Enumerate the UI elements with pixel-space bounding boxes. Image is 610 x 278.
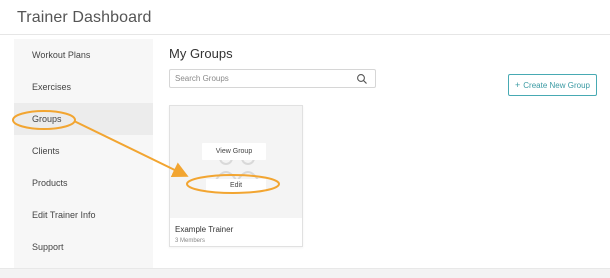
group-members-count: 3 Members — [175, 238, 206, 244]
create-new-group-button[interactable]: + Create New Group — [508, 74, 597, 96]
sidebar-item-support[interactable]: Support — [14, 231, 153, 263]
search-icon[interactable] — [356, 73, 368, 85]
search-input[interactable] — [170, 70, 355, 87]
search-box — [169, 69, 376, 88]
page-title: My Groups — [169, 46, 233, 61]
create-new-group-label: Create New Group — [523, 80, 590, 90]
sidebar-item-workout-plans[interactable]: Workout Plans — [14, 39, 153, 71]
sidebar-item-label: Clients — [32, 146, 60, 156]
sidebar-item-groups[interactable]: Groups — [14, 103, 153, 135]
sidebar-item-label: Workout Plans — [32, 50, 91, 60]
app-title: Trainer Dashboard — [17, 9, 152, 26]
sidebar-item-clients[interactable]: Clients — [14, 135, 153, 167]
group-card[interactable]: View Group Edit Example Trainer 3 Member… — [169, 105, 303, 247]
sidebar: Workout Plans Exercises Groups Clients P… — [14, 39, 153, 268]
sidebar-item-edit-trainer-info[interactable]: Edit Trainer Info — [14, 199, 153, 231]
sidebar-item-products[interactable]: Products — [14, 167, 153, 199]
group-card-media: View Group Edit — [170, 106, 302, 218]
group-name: Example Trainer — [175, 225, 234, 234]
sidebar-item-label: Support — [32, 242, 64, 252]
sidebar-item-label: Groups — [32, 114, 62, 124]
top-bar: Trainer Dashboard — [0, 0, 610, 35]
sidebar-item-label: Products — [32, 178, 68, 188]
sidebar-item-exercises[interactable]: Exercises — [14, 71, 153, 103]
sidebar-item-label: Exercises — [32, 82, 72, 92]
edit-group-button[interactable]: Edit — [206, 179, 266, 192]
view-group-button[interactable]: View Group — [202, 143, 266, 160]
sidebar-item-label: Edit Trainer Info — [32, 210, 96, 220]
plus-icon: + — [515, 80, 521, 90]
